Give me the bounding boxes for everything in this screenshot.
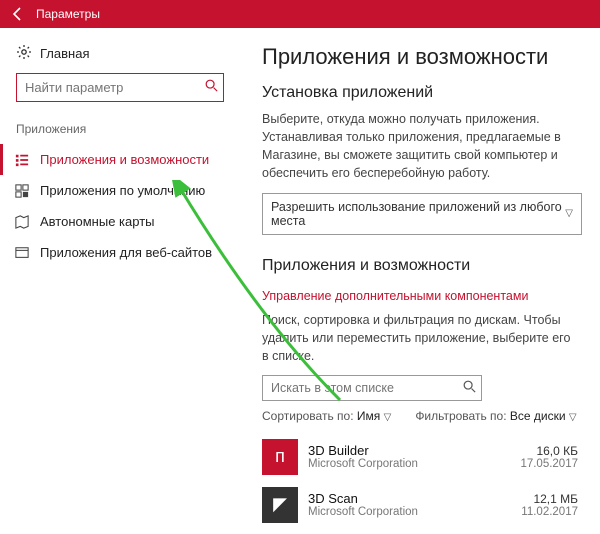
app-meta: 16,0 КБ17.05.2017 [520, 444, 578, 470]
apps-section-title: Приложения и возможности [262, 257, 578, 275]
search-icon [204, 78, 218, 95]
sidebar: Главная Приложения Приложения и возможно… [0, 28, 240, 534]
manage-features-link[interactable]: Управление дополнительными компонентами [262, 289, 528, 303]
install-section-title: Установка приложений [262, 84, 578, 102]
titlebar: Параметры [0, 0, 600, 28]
apps-search-wrap [262, 375, 482, 401]
app-meta: 12,1 МБ11.02.2017 [521, 492, 578, 518]
home-row[interactable]: Главная [0, 38, 240, 73]
window-title: Параметры [36, 7, 100, 21]
map-icon [14, 215, 30, 229]
search-wrap [16, 73, 224, 102]
chevron-down-icon: ▽ [569, 412, 577, 423]
search-icon [462, 379, 476, 396]
sidebar-item-web-apps[interactable]: Приложения для веб-сайтов [0, 237, 240, 268]
sidebar-item-label: Автономные карты [40, 214, 155, 229]
app-size: 12,1 МБ [521, 492, 578, 506]
gear-icon [16, 44, 32, 63]
sidebar-item-label: Приложения и возможности [40, 152, 209, 167]
home-label: Главная [40, 46, 89, 61]
app-tile-icon: п [262, 439, 298, 475]
page-title: Приложения и возможности [262, 44, 578, 70]
app-size: 16,0 КБ [520, 444, 578, 458]
search-input[interactable] [16, 73, 224, 102]
sidebar-item-offline-maps[interactable]: Автономные карты [0, 206, 240, 237]
filter-label: Фильтровать по: [415, 409, 506, 423]
app-publisher: Microsoft Corporation [308, 458, 520, 470]
default-icon [14, 184, 30, 198]
app-name: 3D Scan [308, 491, 521, 506]
sort-control[interactable]: Сортировать по: Имя ▽ [262, 409, 391, 423]
sidebar-item-apps-features[interactable]: Приложения и возможности [0, 144, 240, 175]
app-list: п3D BuilderMicrosoft Corporation16,0 КБ1… [262, 433, 578, 534]
app-tile-icon: ◤ [262, 487, 298, 523]
back-button[interactable] [6, 2, 30, 26]
chevron-down-icon: ▽ [384, 412, 392, 423]
app-info: 3D ScanMicrosoft Corporation [308, 491, 521, 518]
app-date: 17.05.2017 [520, 458, 578, 470]
app-name: 3D Builder [308, 443, 520, 458]
app-info: 3D BuilderMicrosoft Corporation [308, 443, 520, 470]
main-panel: Приложения и возможности Установка прило… [240, 28, 600, 534]
sidebar-item-label: Приложения по умолчанию [40, 183, 205, 198]
app-row[interactable]: п 3D BuilderMicrosoft Corporation16,0 КБ1… [262, 433, 578, 481]
filter-control[interactable]: Фильтровать по: Все диски ▽ [415, 409, 576, 423]
list-icon [14, 153, 30, 167]
app-publisher: Microsoft Corporation [308, 506, 521, 518]
web-icon [14, 246, 30, 260]
chevron-down-icon: ▽ [565, 208, 573, 219]
group-label: Приложения [0, 118, 240, 144]
apps-search-input[interactable] [262, 375, 482, 401]
sort-value: Имя [357, 409, 380, 423]
app-date: 11.02.2017 [521, 506, 578, 518]
install-desc: Выберите, откуда можно получать приложен… [262, 110, 578, 183]
apps-desc: Поиск, сортировка и фильтрация по дискам… [262, 311, 578, 365]
sidebar-item-default-apps[interactable]: Приложения по умолчанию [0, 175, 240, 206]
install-source-combo[interactable]: Разрешить использование приложений из лю… [262, 193, 582, 235]
sidebar-item-label: Приложения для веб-сайтов [40, 245, 212, 260]
combo-value: Разрешить использование приложений из лю… [271, 200, 565, 228]
filter-value: Все диски [510, 409, 566, 423]
app-row[interactable]: ⊞Acer ExplorerAcer Incorporated54,1 МБ03… [262, 529, 578, 534]
content: Главная Приложения Приложения и возможно… [0, 28, 600, 534]
app-row[interactable]: ◤ 3D ScanMicrosoft Corporation12,1 МБ11.0… [262, 481, 578, 529]
sort-filter-row: Сортировать по: Имя ▽ Фильтровать по: Вс… [262, 409, 578, 423]
sort-label: Сортировать по: [262, 409, 354, 423]
